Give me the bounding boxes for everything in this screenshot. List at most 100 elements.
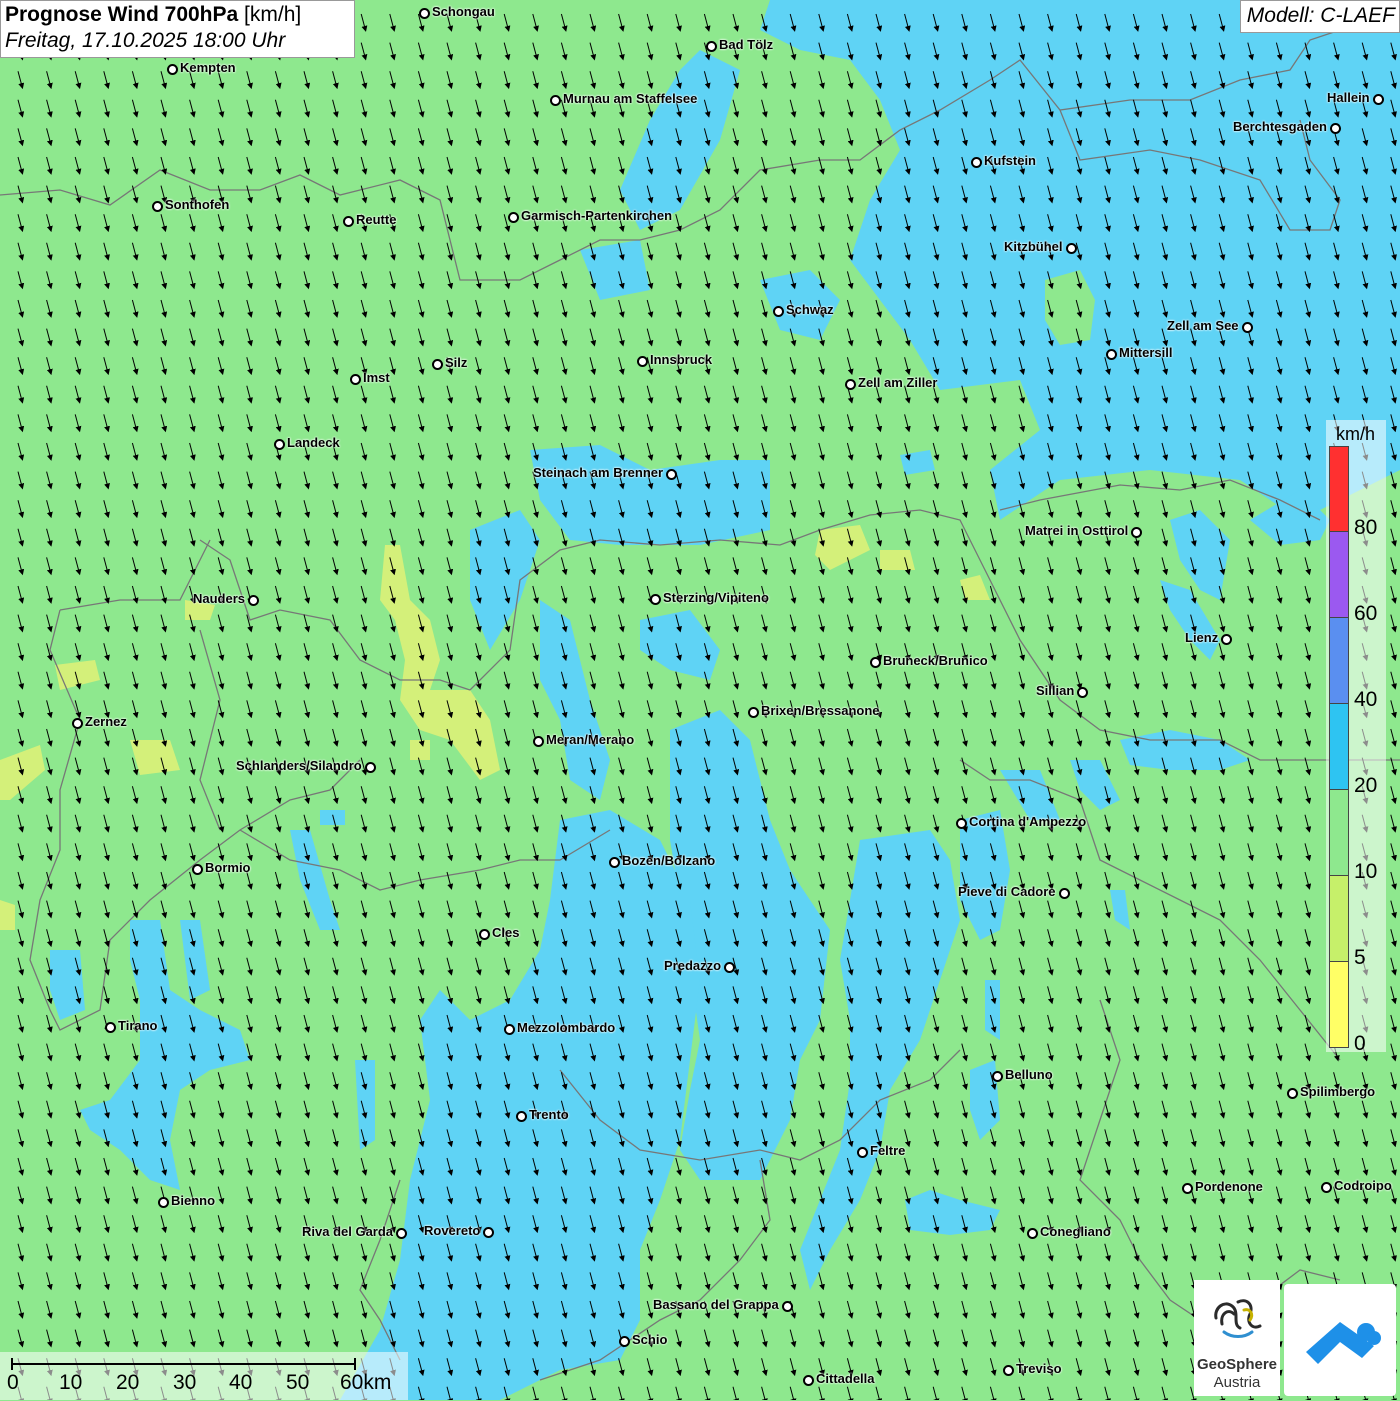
city-label[interactable]: Garmisch-Partenkirchen [521,208,672,223]
city-marker [650,594,661,605]
scale-label: 10 [59,1371,83,1394]
scale-bar: 0 10 20 30 40 50 60km [0,1352,408,1400]
title-unit: [km/h] [244,3,302,26]
city-label[interactable]: Berchtesgaden [1233,119,1327,134]
city-label[interactable]: Predazzo [664,958,721,973]
city-marker [483,1227,494,1238]
city-marker [1027,1228,1038,1239]
city-marker [72,718,83,729]
city-marker [1003,1365,1014,1376]
geosphere-name: GeoSphere [1196,1356,1278,1373]
city-label[interactable]: Zell am Ziller [858,375,937,390]
city-label[interactable]: Kitzbühel [1004,239,1063,254]
forecast-datetime: Freitag, 17.10.2025 18:00 Uhr [5,29,286,52]
city-label[interactable]: Sonthofen [165,197,229,212]
city-label[interactable]: Schlanders/Silandro [236,758,362,773]
legend-swatch [1329,446,1349,532]
city-label[interactable]: Cles [492,925,519,940]
city-label[interactable]: Zernez [85,714,127,729]
city-marker [803,1375,814,1386]
scale-label: 50 [286,1371,310,1394]
city-label[interactable]: Sterzing/Vipiteno [663,590,769,605]
city-label[interactable]: Brixen/Bressanone [761,703,880,718]
city-label[interactable]: Mittersill [1119,345,1172,360]
city-marker [1321,1182,1332,1193]
city-label[interactable]: Hallein [1327,90,1370,105]
city-label[interactable]: Schongau [432,4,495,19]
city-marker [533,736,544,747]
city-label[interactable]: Pieve di Cadore [958,884,1056,899]
scale-label: 60km [340,1371,392,1394]
city-label[interactable]: Imst [363,370,390,385]
city-label[interactable]: Kufstein [984,153,1036,168]
city-marker [1287,1088,1298,1099]
city-label[interactable]: Trento [529,1107,569,1122]
legend-label: 10 [1354,860,1378,883]
city-label[interactable]: Cortina d'Ampezzo [969,814,1086,829]
city-label[interactable]: Bassano del Grappa [653,1297,779,1312]
city-label[interactable]: Tirano [118,1018,158,1033]
city-marker [365,762,376,773]
city-label[interactable]: Sillian [1036,683,1074,698]
legend-swatch [1329,532,1349,618]
city-label[interactable]: Innsbruck [650,352,712,367]
city-label[interactable]: Pordenone [1195,1179,1263,1194]
color-legend: km/h 80 60 40 20 10 5 0 [1326,420,1386,1055]
city-label[interactable]: Bozen/Bolzano [622,853,715,868]
legend-label: 5 [1354,946,1366,969]
city-label[interactable]: Zell am See [1167,318,1239,333]
city-label[interactable]: Riva del Garda [302,1224,393,1239]
scale-label: 0 [7,1371,19,1394]
city-marker [956,818,967,829]
city-label[interactable]: Lienz [1185,630,1218,645]
city-marker [870,657,881,668]
city-label[interactable]: Belluno [1005,1067,1053,1082]
legend-label: 40 [1354,688,1378,711]
city-label[interactable]: Bormio [205,860,251,875]
city-label[interactable]: Bruneck/Brunico [883,653,988,668]
city-label[interactable]: Matrei in Osttirol [1025,523,1128,538]
legend-label: 60 [1354,602,1378,625]
city-label[interactable]: Treviso [1016,1361,1062,1376]
city-marker [609,857,620,868]
city-label[interactable]: Schwaz [786,302,834,317]
geosphere-icon [1214,1299,1262,1338]
city-label[interactable]: Murnau am Staffelsee [563,91,697,106]
city-label[interactable]: Bienno [171,1193,215,1208]
city-label[interactable]: Feltre [870,1143,905,1158]
weather-app-icon [1306,1322,1381,1364]
city-marker [706,41,717,52]
city-label[interactable]: Meran/Merano [546,732,634,747]
city-marker [550,95,561,106]
legend-swatch [1329,704,1349,790]
city-label[interactable]: Silz [445,355,467,370]
city-label[interactable]: Spilimbergo [1300,1084,1375,1099]
legend-swatch [1329,790,1349,876]
city-label[interactable]: Rovereto [424,1223,480,1238]
city-label[interactable]: Bad Tölz [719,37,773,52]
city-label[interactable]: Nauders [193,591,245,606]
city-marker [1066,243,1077,254]
geosphere-logo[interactable]: GeoSphere Austria [1194,1280,1280,1396]
city-label[interactable]: Mezzolombardo [517,1020,615,1035]
map-title: Prognose Wind 700hPa [km/h] [5,3,348,27]
city-label[interactable]: Reutte [356,212,396,227]
city-label[interactable]: Schio [632,1332,667,1347]
city-marker [1373,94,1384,105]
city-marker [1221,634,1232,645]
city-label[interactable]: Kempten [180,60,236,75]
city-marker [419,8,430,19]
scale-label: 40 [229,1371,253,1394]
city-marker [192,864,203,875]
city-marker [516,1111,527,1122]
city-label[interactable]: Landeck [287,435,340,450]
city-label[interactable]: Cittadella [816,1371,875,1386]
city-label[interactable]: Steinach am Brenner [533,465,663,480]
city-marker [1330,123,1341,134]
city-label[interactable]: Conegliano [1040,1224,1111,1239]
app-logo[interactable] [1284,1284,1396,1396]
scale-label: 30 [173,1371,197,1394]
city-marker [105,1022,116,1033]
city-marker [748,707,759,718]
city-label[interactable]: Codroipo [1334,1178,1392,1193]
